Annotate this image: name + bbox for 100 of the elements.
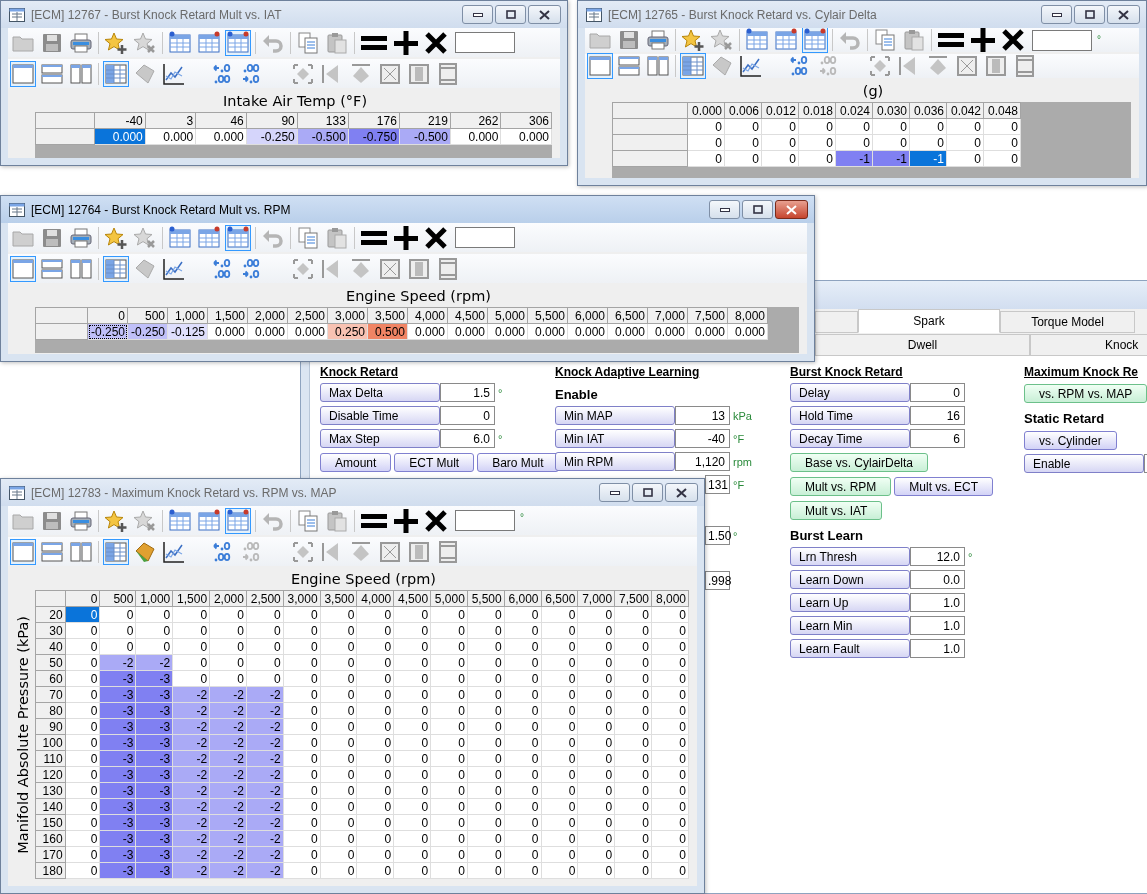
table-cell[interactable]: 0 xyxy=(209,654,247,671)
field-label[interactable]: Enable xyxy=(1024,454,1144,473)
table-cell[interactable]: 0 xyxy=(467,830,505,847)
table-cell[interactable]: 0 xyxy=(283,654,321,671)
copy-icon[interactable] xyxy=(873,28,897,52)
star-remove-icon[interactable] xyxy=(710,28,734,52)
table-cell[interactable]: 0 xyxy=(651,750,689,767)
table-button[interactable]: Amount xyxy=(320,453,392,472)
table-cell[interactable]: 0 xyxy=(320,766,357,783)
table-cell[interactable]: 0 xyxy=(467,622,505,639)
table-cell[interactable]: 0 xyxy=(983,134,1021,151)
table-cell[interactable]: 0 xyxy=(65,734,100,751)
table-cell[interactable]: 0 xyxy=(283,782,321,799)
table-cell[interactable]: 0 xyxy=(467,846,505,863)
input-field[interactable]: -40 xyxy=(675,429,730,448)
table-icon[interactable] xyxy=(197,508,221,533)
table-icon[interactable] xyxy=(226,30,250,55)
input-field[interactable]: 0 xyxy=(910,383,965,402)
table-cell[interactable]: 0 xyxy=(541,702,578,719)
table-cell[interactable]: 0 xyxy=(320,846,357,863)
table-button[interactable]: Mult vs. IAT xyxy=(790,501,883,520)
table-cell[interactable]: 0 xyxy=(541,798,578,815)
table-cell[interactable]: 0 xyxy=(504,670,542,687)
plus-icon[interactable] xyxy=(393,508,419,533)
table-cell[interactable]: 0 xyxy=(430,638,468,655)
tab[interactable]: Spark xyxy=(858,309,1000,333)
table-cell[interactable]: 0 xyxy=(577,638,615,655)
table-cell[interactable]: 0 xyxy=(798,118,836,135)
table-cell[interactable]: 0 xyxy=(835,134,873,151)
frame-icon[interactable] xyxy=(407,256,431,281)
table-cell[interactable]: 0 xyxy=(651,654,689,671)
table-cell[interactable]: 0 xyxy=(651,814,689,831)
star-add-icon[interactable] xyxy=(104,508,128,533)
table-cell[interactable]: 0 xyxy=(504,702,542,719)
table-cell[interactable]: 0 xyxy=(577,750,615,767)
table-cell[interactable]: 0 xyxy=(687,134,725,151)
table-cell[interactable]: 0 xyxy=(946,134,984,151)
table-cell[interactable]: 0 xyxy=(65,766,100,783)
table-cell[interactable]: 0 xyxy=(430,702,468,719)
table-cell[interactable]: 0 xyxy=(467,638,505,655)
table-cell[interactable]: 0 xyxy=(393,670,431,687)
table-cell[interactable]: 0 xyxy=(909,134,947,151)
field-label[interactable]: Learn Min xyxy=(790,616,910,635)
table-cell[interactable]: 0 xyxy=(541,814,578,831)
table-cell[interactable]: 0 xyxy=(983,150,1021,167)
table-cell[interactable]: 0 xyxy=(172,606,210,623)
table-cell[interactable]: 0 xyxy=(320,654,357,671)
table-cell[interactable]: 0 xyxy=(504,862,542,879)
table-cell[interactable]: 0 xyxy=(467,734,505,751)
minimize-button[interactable] xyxy=(462,5,493,24)
table-cell[interactable]: 0 xyxy=(504,814,542,831)
input-field[interactable]: .998 xyxy=(705,571,730,590)
table-cell[interactable]: 0 xyxy=(430,830,468,847)
table-cell[interactable]: 0 xyxy=(577,798,615,815)
table-cell[interactable]: 0 xyxy=(614,798,652,815)
minimize-button[interactable] xyxy=(709,200,740,219)
field-label[interactable]: Learn Fault xyxy=(790,639,910,658)
table-cell[interactable]: 0 xyxy=(65,638,100,655)
table-cell[interactable]: 0 xyxy=(393,718,431,735)
table-icon[interactable] xyxy=(745,28,769,52)
table-button[interactable]: Base vs. CylairDelta xyxy=(790,453,929,472)
tab[interactable]: Knock xyxy=(1030,334,1147,356)
table-cell[interactable]: 0 xyxy=(541,766,578,783)
layout-icon[interactable] xyxy=(69,256,93,281)
table-button[interactable]: Mult vs. RPM xyxy=(790,477,892,496)
table-cell[interactable]: 0 xyxy=(135,606,173,623)
table-cell[interactable]: 0 xyxy=(356,606,394,623)
table-cell[interactable]: 0 xyxy=(283,670,321,687)
table-cell[interactable]: 0 xyxy=(687,118,725,135)
table-button[interactable]: Mult vs. ECT xyxy=(894,477,993,496)
star-add-icon[interactable] xyxy=(104,30,128,55)
input-field[interactable]: 1.5 xyxy=(440,383,495,402)
table-cell[interactable]: 0 xyxy=(65,862,100,879)
table-cell[interactable]: 0 xyxy=(283,830,321,847)
table-cell[interactable]: 0 xyxy=(504,734,542,751)
table-cell[interactable]: 0 xyxy=(283,686,321,703)
table-cell[interactable]: 0 xyxy=(283,750,321,767)
table-cell[interactable]: 0 xyxy=(320,750,357,767)
table-cell[interactable]: 0 xyxy=(320,686,357,703)
table-cell[interactable]: 0 xyxy=(209,670,247,687)
table-cell[interactable]: 0 xyxy=(65,654,100,671)
table-cell[interactable]: 0.000 xyxy=(450,128,501,145)
table-cell[interactable]: 0 xyxy=(651,782,689,799)
table-cell[interactable]: 0 xyxy=(393,702,431,719)
star-remove-icon[interactable] xyxy=(133,508,157,533)
table-cell[interactable]: 0 xyxy=(356,638,394,655)
paste-icon[interactable] xyxy=(325,30,349,55)
maximize-button[interactable] xyxy=(495,5,526,24)
input-field[interactable]: 1.0 xyxy=(910,616,965,635)
plus-icon[interactable] xyxy=(970,28,996,52)
table-button[interactable]: ECT Mult xyxy=(394,453,475,472)
table-cell[interactable]: 0 xyxy=(430,798,468,815)
table-cell[interactable]: 0 xyxy=(614,766,652,783)
table-cell[interactable]: 0 xyxy=(577,654,615,671)
line-chart-icon[interactable] xyxy=(162,256,186,281)
input-field[interactable]: 1.0 xyxy=(910,639,965,658)
close-button[interactable] xyxy=(665,483,698,502)
table-cell[interactable]: 0 xyxy=(541,606,578,623)
table-cell[interactable]: 0 xyxy=(577,686,615,703)
table-cell[interactable]: 0 xyxy=(356,686,394,703)
